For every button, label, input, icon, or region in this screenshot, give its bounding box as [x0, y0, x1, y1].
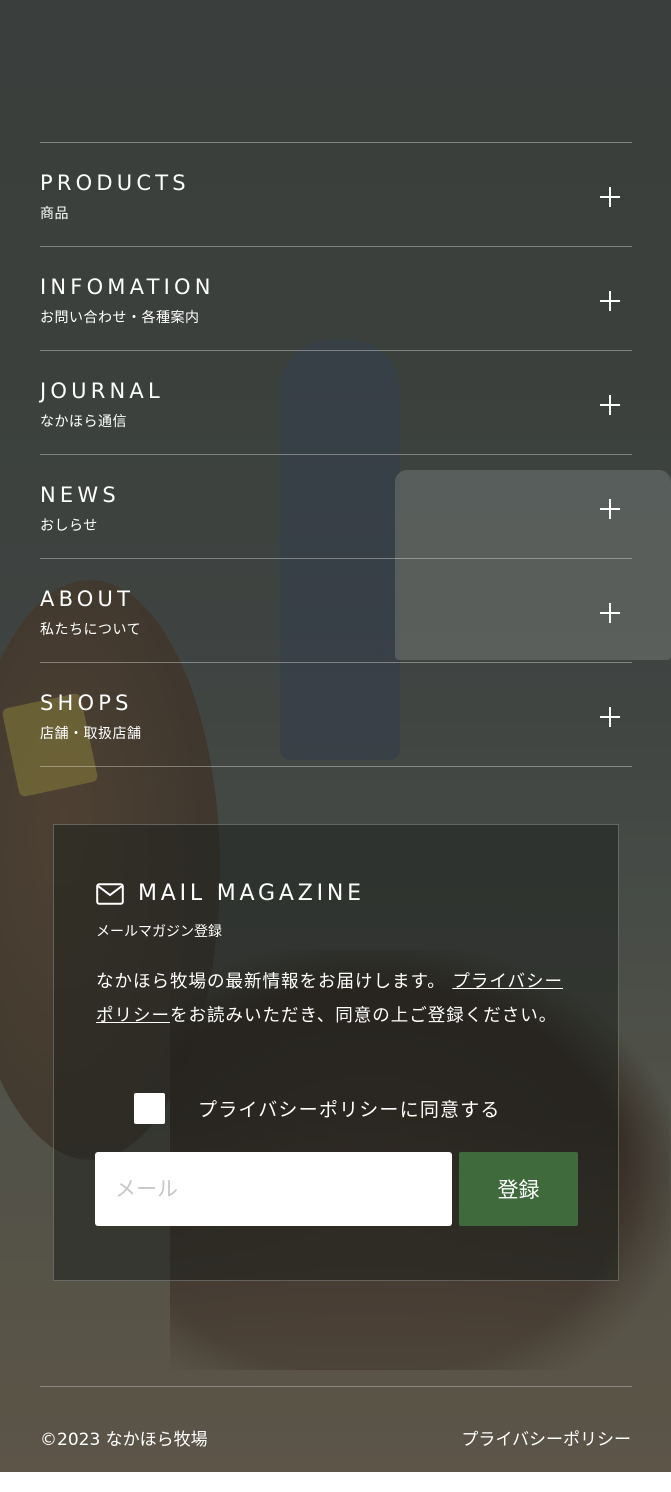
mail-magazine-title: MAIL MAGAZINE [138, 881, 365, 906]
menu-item-shops[interactable]: SHOPS 店舗・取扱店舗 [40, 663, 632, 767]
menu-item-news[interactable]: NEWS おしらせ [40, 455, 632, 559]
menu-item-subtitle: 店舗・取扱店舗 [40, 726, 142, 742]
menu-item-subtitle: 商品 [40, 206, 69, 222]
menu-item-journal[interactable]: JOURNAL なかほら通信 [40, 351, 632, 455]
footer-menu-panel: PRODUCTS 商品 INFOMATION お問い合わせ・各種案内 JOURN… [0, 0, 671, 1472]
mail-icon [96, 882, 124, 905]
menu-item-title: INFOMATION [40, 275, 215, 299]
menu-item-title: ABOUT [40, 587, 135, 611]
footer-privacy-policy-link[interactable]: プライバシーポリシー [461, 1425, 631, 1450]
email-input[interactable] [95, 1152, 452, 1226]
agree-checkbox[interactable] [134, 1093, 165, 1124]
menu-item-title: JOURNAL [40, 379, 164, 403]
menu-item-subtitle: お問い合わせ・各種案内 [40, 310, 200, 326]
description-text: なかほら牧場の最新情報をお届けします。 [96, 972, 446, 992]
menu-item-about[interactable]: ABOUT 私たちについて [40, 559, 632, 663]
menu-item-title: PRODUCTS [40, 171, 190, 195]
copyright: ©2023 なかほら牧場 [40, 1430, 208, 1450]
footer-divider [40, 1386, 632, 1387]
agree-checkbox-row[interactable]: プライバシーポリシーに同意する [134, 1093, 501, 1124]
plus-icon[interactable] [600, 291, 620, 311]
menu-item-subtitle: なかほら通信 [40, 414, 127, 430]
plus-icon[interactable] [600, 603, 620, 623]
mail-magazine-subtitle: メールマガジン登録 [96, 924, 222, 940]
register-button[interactable]: 登録 [459, 1152, 578, 1226]
menu-item-subtitle: おしらせ [40, 518, 98, 534]
menu-item-subtitle: 私たちについて [40, 622, 142, 638]
footer-nav: PRODUCTS 商品 INFOMATION お問い合わせ・各種案内 JOURN… [40, 142, 632, 767]
plus-icon[interactable] [600, 707, 620, 727]
plus-icon[interactable] [600, 395, 620, 415]
mail-magazine-description: なかほら牧場の最新情報をお届けします。 プライバシーポリシーをお読みいただき、同… [96, 965, 576, 1033]
plus-icon[interactable] [600, 499, 620, 519]
mail-magazine-header: MAIL MAGAZINE [96, 881, 365, 906]
menu-item-products[interactable]: PRODUCTS 商品 [40, 143, 632, 247]
mail-magazine-box: MAIL MAGAZINE メールマガジン登録 なかほら牧場の最新情報をお届けし… [53, 824, 619, 1281]
plus-icon[interactable] [600, 187, 620, 207]
agree-label: プライバシーポリシーに同意する [198, 1099, 501, 1121]
menu-item-title: NEWS [40, 483, 120, 507]
description-text-after: をお読みいただき、同意の上ご登録ください。 [170, 1006, 558, 1026]
menu-item-infomation[interactable]: INFOMATION お問い合わせ・各種案内 [40, 247, 632, 351]
menu-item-title: SHOPS [40, 691, 133, 715]
